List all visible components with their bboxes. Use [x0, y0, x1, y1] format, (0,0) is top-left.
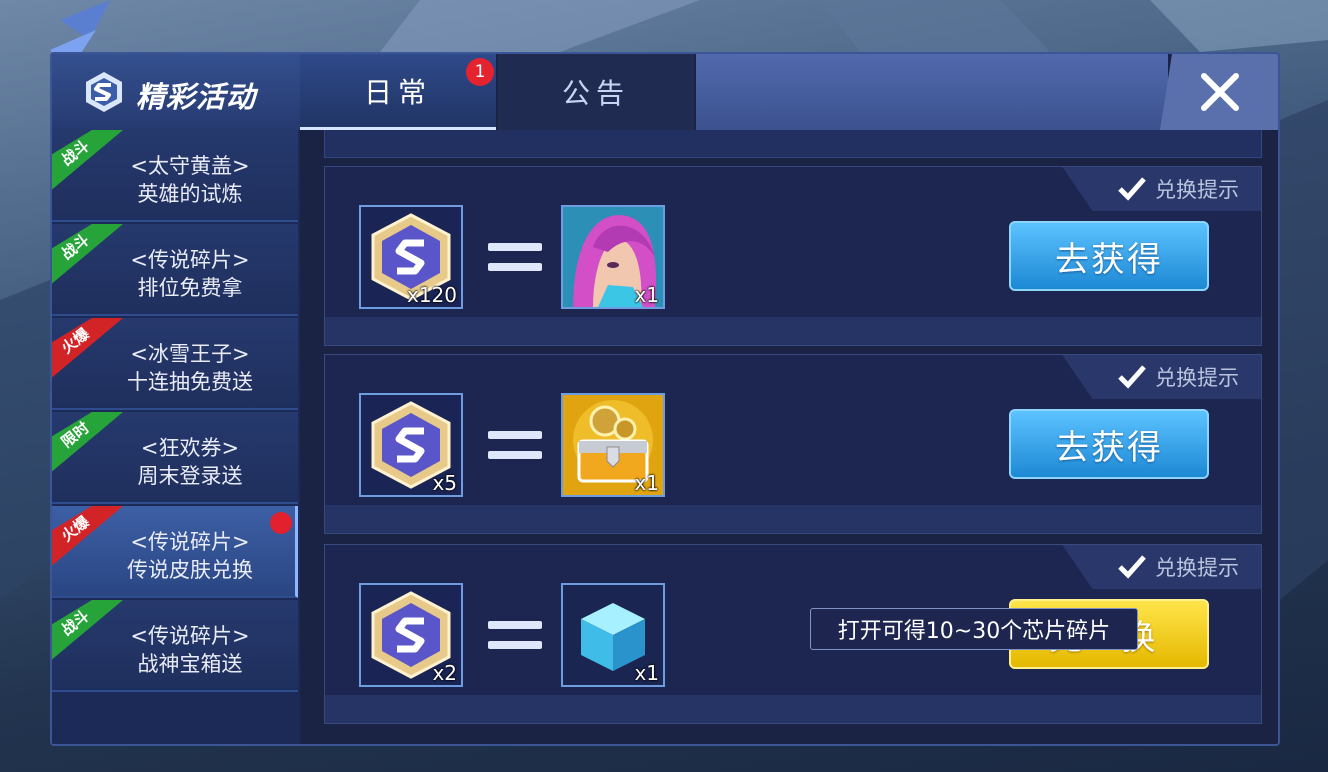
sidebar-item-huanggai-trial[interactable]: 战斗 <太守黄盖> 英雄的试炼	[52, 130, 298, 222]
exchange-card: 兑换提示 x5 x1 去获得	[324, 354, 1262, 534]
list-scroll-edge	[324, 130, 1262, 158]
checkmark-icon	[1118, 555, 1146, 579]
equals-icon	[488, 431, 542, 461]
item-tooltip: 打开可得10~30个芯片碎片	[810, 608, 1138, 650]
go-obtain-button[interactable]: 去获得	[1009, 409, 1209, 479]
exchange-hint-toggle[interactable]: 兑换提示	[1062, 355, 1261, 399]
sidebar-item-carnival-ticket[interactable]: 限时 <狂欢券> 周末登录送	[52, 412, 298, 504]
sidebar-item-war-god-chest[interactable]: 战斗 <传说碎片> 战神宝箱送	[52, 600, 298, 692]
reward-quantity: x1	[634, 283, 659, 307]
exchange-hint-toggle[interactable]: 兑换提示	[1062, 545, 1261, 589]
exchange-hint-label: 兑换提示	[1155, 366, 1239, 390]
notification-dot	[270, 512, 292, 534]
cost-item-slot[interactable]: x120	[359, 205, 463, 309]
reward-quantity: x1	[634, 661, 659, 685]
header-bar	[696, 54, 1168, 130]
reward-item-slot[interactable]: x1	[561, 393, 665, 497]
sidebar-item-title: <狂欢券>	[140, 436, 240, 460]
sidebar-item-subtitle: 十连抽免费送	[127, 370, 253, 394]
activity-panel: 精彩活动 日常 公告 1 战斗 <太守黄盖> 英雄的试炼 战斗 <传说碎片> 排…	[50, 52, 1280, 746]
sidebar-item-title: <传说碎片>	[130, 248, 250, 272]
sidebar-item-legend-skin-exchange[interactable]: 火爆 <传说碎片> 传说皮肤兑换	[52, 506, 298, 598]
sidebar-item-subtitle: 战神宝箱送	[137, 652, 243, 676]
sidebar-item-title: <传说碎片>	[130, 624, 250, 648]
exchange-hint-toggle[interactable]: 兑换提示	[1062, 167, 1261, 211]
panel-title: 精彩活动	[136, 80, 257, 114]
tab-notice[interactable]: 公告	[498, 54, 694, 130]
sidebar-item-title: <太守黄盖>	[130, 154, 250, 178]
sidebar-item-title: <传说碎片>	[130, 530, 250, 554]
exchange-hint-label: 兑换提示	[1155, 556, 1239, 580]
reward-item-slot[interactable]: x1	[561, 205, 665, 309]
cost-quantity: x2	[432, 661, 457, 685]
equals-icon	[488, 621, 542, 651]
sidebar-item-subtitle: 排位免费拿	[137, 276, 243, 300]
reward-item-slot[interactable]: x1	[561, 583, 665, 687]
sidebar-item-subtitle: 传说皮肤兑换	[127, 558, 253, 582]
tab-notification-badge: 1	[466, 58, 494, 86]
exchange-card: 兑换提示 x120 x1 去获得	[324, 166, 1262, 346]
go-obtain-button[interactable]: 去获得	[1009, 221, 1209, 291]
exchange-hint-label: 兑换提示	[1155, 178, 1239, 202]
cost-item-slot[interactable]: x5	[359, 393, 463, 497]
cost-quantity: x5	[432, 471, 457, 495]
close-x-icon	[1201, 73, 1239, 111]
sidebar-item-ranked-shards[interactable]: 战斗 <传说碎片> 排位免费拿	[52, 224, 298, 316]
equals-icon	[488, 243, 542, 273]
checkmark-icon	[1118, 177, 1146, 201]
checkmark-icon	[1118, 365, 1146, 389]
exchange-list[interactable]: 兑换提示 x120 x1 去获得 兑换提示 x5 x1 去获得 兑换提示 x2 …	[300, 130, 1278, 744]
cost-quantity: x120	[406, 283, 457, 307]
sidebar-item-title: <冰雪王子>	[130, 342, 250, 366]
sidebar-item-ice-prince[interactable]: 火爆 <冰雪王子> 十连抽免费送	[52, 318, 298, 410]
activity-sidebar: 战斗 <太守黄盖> 英雄的试炼 战斗 <传说碎片> 排位免费拿 火爆 <冰雪王子…	[52, 130, 300, 744]
s-logo-icon	[86, 72, 122, 112]
reward-quantity: x1	[634, 471, 659, 495]
close-button[interactable]	[1160, 54, 1278, 130]
sidebar-item-subtitle: 周末登录送	[137, 464, 243, 488]
cost-item-slot[interactable]: x2	[359, 583, 463, 687]
title-block: 精彩活动	[52, 54, 300, 130]
sidebar-item-subtitle: 英雄的试炼	[137, 182, 243, 206]
